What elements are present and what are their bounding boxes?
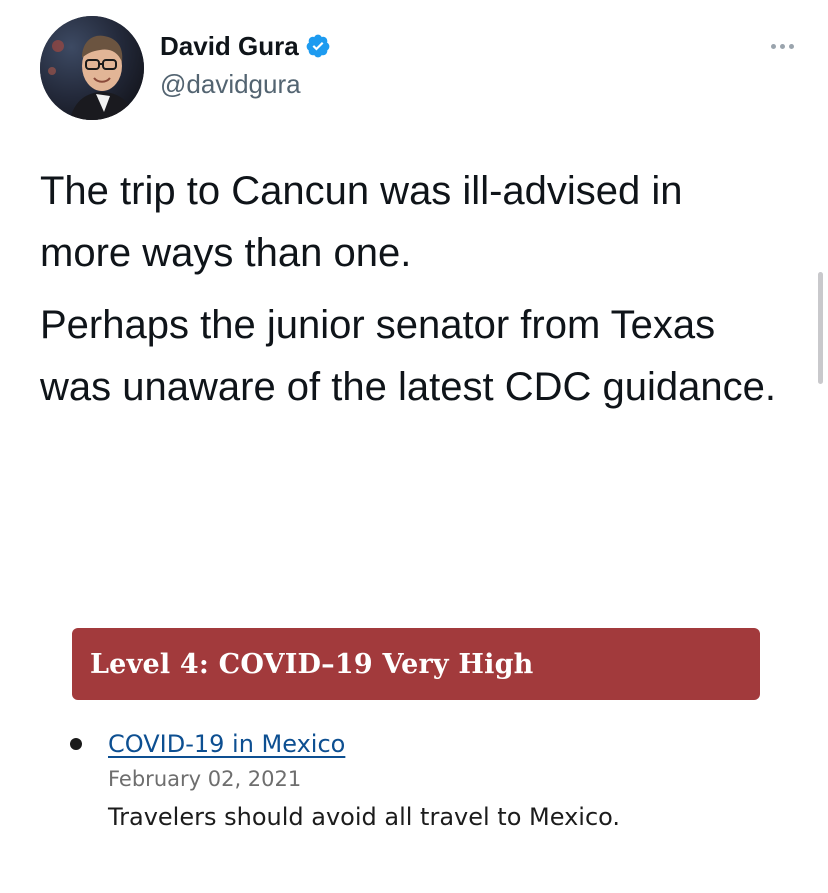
advisory-level-banner: Level 4: COVID–19 Very High xyxy=(72,628,760,700)
author-handle[interactable]: @davidgura xyxy=(160,68,301,100)
bullet-icon xyxy=(70,738,82,750)
tweet-paragraph-1: The trip to Cancun was ill-advised in mo… xyxy=(40,169,683,275)
avatar-photo xyxy=(40,16,144,120)
tweet-text: The trip to Cancun was ill-advised in mo… xyxy=(40,160,780,418)
scrollbar[interactable] xyxy=(818,272,823,384)
covid-mexico-link[interactable]: COVID-19 in Mexico xyxy=(108,728,345,760)
avatar[interactable] xyxy=(40,16,144,120)
advisory-level-text: Level 4: COVID–19 Very High xyxy=(90,648,534,680)
more-options-icon[interactable] xyxy=(760,36,804,56)
advisory-date: February 02, 2021 xyxy=(108,767,302,791)
advisory-note: Travelers should avoid all travel to Mex… xyxy=(108,803,621,831)
more-dot xyxy=(779,43,785,49)
verified-badge-icon xyxy=(305,33,331,59)
author-display-name[interactable]: David Gura xyxy=(160,30,299,62)
author-name-row[interactable]: David Gura xyxy=(160,30,331,62)
more-dot xyxy=(770,43,776,49)
more-dot xyxy=(788,43,794,49)
tweet-paragraph-2: Perhaps the junior senator from Texas wa… xyxy=(40,303,776,409)
